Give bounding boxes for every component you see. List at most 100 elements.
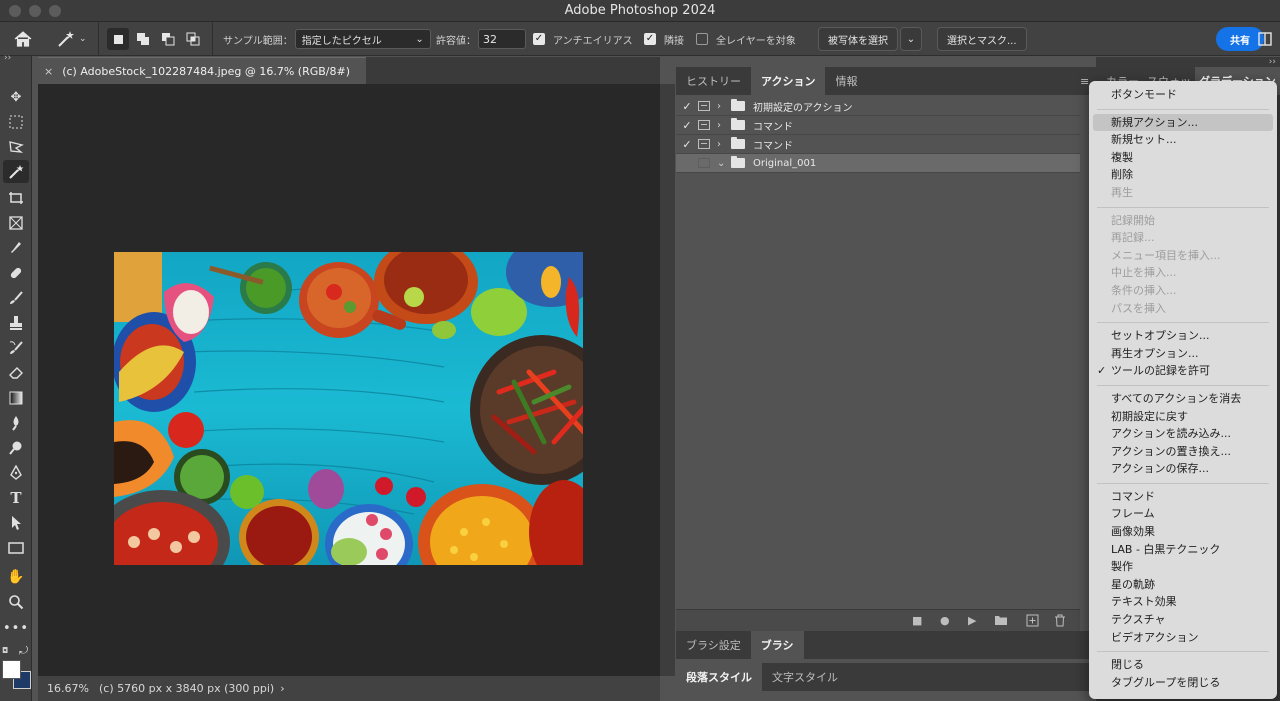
all-layers-checkbox[interactable] (696, 33, 708, 45)
chevron-right-icon[interactable]: › (717, 101, 731, 112)
trash-icon[interactable] (1054, 614, 1066, 630)
toggle-item-checkbox[interactable]: ✓ (676, 119, 698, 132)
marquee-tool-button[interactable] (3, 110, 29, 133)
menu-item[interactable]: ボタンモード (1089, 86, 1277, 104)
menu-item[interactable]: コマンド (1089, 488, 1277, 506)
lasso-tool-button[interactable] (3, 135, 29, 158)
canvas-scrollbar[interactable] (660, 84, 675, 676)
tool-preset-picker[interactable]: ⌄ (56, 22, 87, 56)
collapse-icon[interactable]: ›› (4, 53, 11, 63)
menu-item[interactable]: すべてのアクションを消去 (1089, 390, 1277, 408)
tab-actions[interactable]: アクション (751, 67, 826, 95)
dialog-toggle-icon[interactable] (698, 120, 710, 130)
tab-brush-settings[interactable]: ブラシ設定 (676, 631, 751, 659)
menu-item[interactable]: LAB - 白黒テクニック (1089, 541, 1277, 559)
tab-info[interactable]: 情報 (825, 67, 867, 95)
menu-item[interactable]: 新規セット... (1089, 131, 1277, 149)
play-icon[interactable]: ▶ (968, 614, 976, 627)
chevron-right-icon[interactable]: › (717, 139, 731, 150)
action-set-row[interactable]: ✓ › 初期設定のアクション (676, 97, 1080, 116)
menu-item[interactable]: 再生オプション... (1089, 345, 1277, 363)
menu-item[interactable]: 画像効果 (1089, 523, 1277, 541)
collapse-icon[interactable]: ›› (1269, 57, 1276, 67)
record-icon[interactable]: ● (940, 614, 950, 627)
chevron-down-icon[interactable]: ⌄ (717, 158, 731, 169)
gradient-tool-button[interactable] (3, 386, 29, 409)
more-tools-button[interactable]: ••• (3, 617, 29, 640)
path-selection-tool-button[interactable] (3, 511, 29, 534)
zoom-tool-button[interactable] (3, 590, 29, 613)
clone-stamp-tool-button[interactable] (3, 311, 29, 334)
frame-tool-button[interactable] (3, 211, 29, 234)
dialog-toggle-icon[interactable] (698, 101, 710, 111)
home-button[interactable] (14, 22, 32, 56)
menu-item[interactable]: 初期設定に戻す (1089, 408, 1277, 426)
intersect-selection-button[interactable] (182, 28, 204, 50)
eyedropper-tool-button[interactable] (3, 236, 29, 259)
type-tool-button[interactable]: T (3, 486, 29, 509)
toggle-item-checkbox[interactable]: ✓ (676, 100, 698, 113)
history-brush-tool-button[interactable] (3, 336, 29, 359)
anti-alias-checkbox[interactable]: ✓ (533, 33, 545, 45)
action-set-row[interactable]: ✓ › コマンド (676, 116, 1080, 135)
menu-item[interactable]: 複製 (1089, 149, 1277, 167)
toggle-item-checkbox[interactable]: ✓ (676, 138, 698, 151)
menu-item[interactable]: 新規アクション... (1093, 113, 1273, 132)
dialog-toggle-icon[interactable] (698, 158, 710, 168)
tab-history[interactable]: ヒストリー (676, 67, 751, 95)
new-set-folder-icon[interactable] (994, 614, 1008, 629)
zoom-level[interactable]: 16.67% (47, 682, 97, 695)
menu-item[interactable]: ビデオアクション (1089, 629, 1277, 647)
chevron-right-icon[interactable]: › (717, 120, 731, 131)
dialog-toggle-icon[interactable] (698, 139, 710, 149)
menu-item[interactable]: 星の軌跡 (1089, 576, 1277, 594)
select-and-mask-button[interactable]: 選択とマスク... (937, 27, 1027, 51)
new-action-icon[interactable] (1026, 614, 1039, 630)
move-tool-button[interactable]: ✥ (3, 86, 29, 109)
blur-tool-button[interactable] (3, 411, 29, 434)
select-subject-dropdown[interactable]: ⌄ (900, 27, 922, 51)
menu-item[interactable]: アクションを読み込み... (1089, 425, 1277, 443)
contiguous-checkbox[interactable]: ✓ (644, 33, 656, 45)
panel-menu-icon[interactable]: ≡ (1080, 75, 1089, 88)
brush-tool-button[interactable] (3, 286, 29, 309)
chevron-right-icon[interactable]: › (280, 682, 284, 695)
hand-tool-button[interactable]: ✋ (3, 565, 29, 588)
canvas[interactable] (38, 84, 660, 676)
menu-item[interactable]: テクスチャ (1089, 611, 1277, 629)
sample-size-select[interactable]: 指定したピクセル ⌄ (294, 29, 431, 49)
menu-item[interactable]: セットオプション... (1089, 327, 1277, 345)
magic-wand-tool-button[interactable] (3, 160, 29, 183)
dodge-tool-button[interactable] (3, 436, 29, 459)
pen-tool-button[interactable] (3, 461, 29, 484)
document-tab[interactable]: × (c) AdobeStock_102287484.jpeg @ 16.7% … (38, 57, 366, 84)
tab-brushes[interactable]: ブラシ (750, 631, 804, 659)
menu-item[interactable]: 削除 (1089, 166, 1277, 184)
share-button[interactable]: 共有 (1216, 27, 1264, 51)
menu-item[interactable]: 製作 (1089, 558, 1277, 576)
eraser-tool-button[interactable] (3, 361, 29, 384)
tolerance-input[interactable]: 32 (478, 29, 526, 49)
action-set-row[interactable]: ⌄ Original_001 (676, 154, 1080, 173)
menu-item[interactable]: 閉じる (1089, 656, 1277, 674)
stop-icon[interactable]: ■ (912, 614, 922, 627)
document-image[interactable] (114, 252, 583, 565)
foreground-color-swatch[interactable] (2, 660, 21, 679)
menu-item[interactable]: フレーム (1089, 505, 1277, 523)
rectangle-tool-button[interactable] (3, 536, 29, 559)
add-selection-button[interactable] (132, 28, 154, 50)
menu-item[interactable]: タブグループを閉じる (1089, 674, 1277, 692)
close-tab-icon[interactable]: × (44, 65, 53, 78)
select-subject-button[interactable]: 被写体を選択 (818, 27, 898, 51)
action-set-row[interactable]: ✓ › コマンド (676, 135, 1080, 154)
quick-selection-tool-button[interactable] (3, 186, 29, 209)
swap-colors-icon[interactable]: ⤾ (19, 644, 28, 658)
menu-item[interactable]: アクションの保存... (1089, 460, 1277, 478)
healing-brush-tool-button[interactable] (3, 261, 29, 284)
default-colors-icon[interactable]: ◘ (2, 646, 8, 655)
tab-character-styles[interactable]: 文字スタイル (762, 663, 848, 691)
workspace-button[interactable] (1258, 22, 1272, 56)
new-selection-button[interactable] (107, 28, 129, 50)
subtract-selection-button[interactable] (157, 28, 179, 50)
menu-item[interactable]: テキスト効果 (1089, 593, 1277, 611)
